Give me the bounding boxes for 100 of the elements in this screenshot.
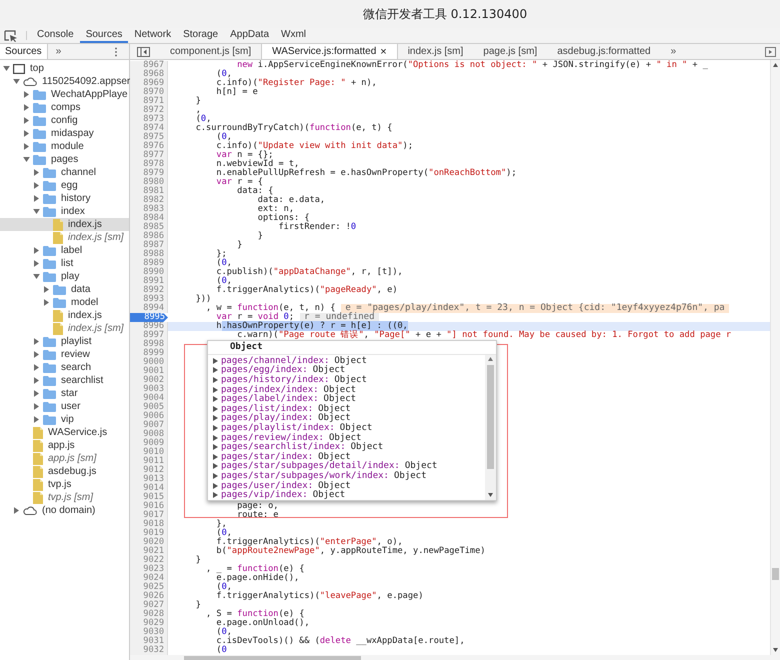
file-item[interactable]: index.js <box>0 309 129 322</box>
folder-item[interactable]: index <box>0 205 129 218</box>
panel-toggle-icon[interactable] <box>765 47 776 57</box>
line-number[interactable]: 9000 <box>130 358 168 367</box>
line-number[interactable]: 9018 <box>130 520 168 529</box>
folder-item[interactable]: search <box>0 361 129 374</box>
file-item[interactable]: tvp.js <box>0 478 129 491</box>
line-number[interactable]: 9027 <box>130 601 168 610</box>
property-row[interactable]: pages/history/index: Object <box>213 375 485 385</box>
expand-arrow-icon[interactable] <box>34 260 39 267</box>
line-number[interactable]: 9020 <box>130 538 168 547</box>
inspect-element-icon[interactable] <box>4 30 18 42</box>
folder-item[interactable]: pages <box>0 153 129 166</box>
collapse-arrow-icon[interactable] <box>23 157 30 162</box>
line-number[interactable]: 8985 <box>130 223 168 232</box>
property-row[interactable]: pages/star/subpages/detail/index: Object <box>213 462 485 472</box>
property-row[interactable]: pages/star/subpages/work/index: Object <box>213 471 485 481</box>
file-tab[interactable]: component.js [sm] <box>160 44 262 59</box>
folder-item[interactable]: config <box>0 114 129 127</box>
more-tabs-button[interactable]: » <box>48 44 70 59</box>
expand-arrow-icon[interactable] <box>34 338 39 345</box>
line-number[interactable]: 9014 <box>130 484 168 493</box>
expand-arrow-icon[interactable] <box>34 195 39 202</box>
up-arrow-icon[interactable] <box>773 63 778 67</box>
file-item[interactable]: index.js <box>0 218 129 231</box>
line-number[interactable]: 8982 <box>130 196 168 205</box>
line-number[interactable]: 8976 <box>130 142 168 151</box>
folder-item[interactable]: star <box>0 387 129 400</box>
line-number[interactable]: 8994 <box>130 304 168 313</box>
expand-arrow-icon[interactable] <box>44 299 49 306</box>
folder-item[interactable]: midaspay <box>0 127 129 140</box>
line-number[interactable]: 8997 <box>130 331 168 340</box>
property-row[interactable]: pages/egg/index: Object <box>213 366 485 376</box>
line-number[interactable]: 9019 <box>130 529 168 538</box>
property-row[interactable]: pages/user/index: Object <box>213 480 485 490</box>
expand-arrow-icon[interactable] <box>44 286 49 293</box>
file-tab[interactable]: asdebug.js:formatted <box>547 44 661 59</box>
line-number[interactable]: 9028 <box>130 610 168 619</box>
line-number[interactable]: 9026 <box>130 592 168 601</box>
panel-tab[interactable]: AppData <box>224 28 276 43</box>
line-number[interactable]: 8978 <box>130 160 168 169</box>
folder-item[interactable]: module <box>0 140 129 153</box>
expand-arrow-icon[interactable] <box>34 364 39 371</box>
expand-arrow-icon[interactable] <box>34 182 39 189</box>
navigator-tab[interactable]: Sources <box>0 44 48 59</box>
line-number[interactable]: 8972 <box>130 106 168 115</box>
collapse-arrow-icon[interactable] <box>13 79 20 84</box>
folder-item[interactable]: comps <box>0 101 129 114</box>
file-item[interactable]: tvp.js [sm] <box>0 491 129 504</box>
line-number[interactable]: 8989 <box>130 259 168 268</box>
panel-tab[interactable]: Network <box>128 28 178 43</box>
line-number[interactable]: 9008 <box>130 430 168 439</box>
down-arrow-icon[interactable] <box>773 648 778 652</box>
line-number[interactable]: 9003 <box>130 385 168 394</box>
expand-arrow-icon[interactable] <box>34 351 39 358</box>
line-number[interactable]: 9025 <box>130 583 168 592</box>
line-number[interactable]: 9029 <box>130 619 168 628</box>
line-number[interactable]: 9017 <box>130 511 168 520</box>
folder-item[interactable]: searchlist <box>0 374 129 387</box>
line-number[interactable]: 9011 <box>130 457 168 466</box>
line-number[interactable]: 8987 <box>130 241 168 250</box>
line-number[interactable]: 9016 <box>130 502 168 511</box>
property-row[interactable]: pages/label/index: Object <box>213 394 485 404</box>
line-number[interactable]: 8969 <box>130 79 168 88</box>
expand-arrow-icon[interactable] <box>14 507 19 514</box>
folder-item[interactable]: WechatAppPlaye <box>0 88 129 101</box>
folder-item[interactable]: user <box>0 400 129 413</box>
line-number[interactable]: 8971 <box>130 97 168 106</box>
expand-arrow-icon[interactable] <box>34 416 39 423</box>
line-number[interactable]: 8995 <box>130 313 168 322</box>
line-number[interactable]: 8998 <box>130 340 168 349</box>
file-tab[interactable]: index.js [sm] <box>398 44 474 59</box>
line-number[interactable]: 8990 <box>130 268 168 277</box>
file-item[interactable]: index.js [sm] <box>0 322 129 335</box>
line-number[interactable]: 8975 <box>130 133 168 142</box>
expand-arrow-icon[interactable] <box>34 247 39 254</box>
property-row[interactable]: pages/play/index: Object <box>213 414 485 424</box>
line-number[interactable]: 8970 <box>130 88 168 97</box>
panel-tab[interactable]: Storage <box>177 28 224 43</box>
expand-arrow-icon[interactable] <box>34 390 39 397</box>
line-number[interactable]: 8996 <box>130 322 168 331</box>
expand-arrow-icon[interactable] <box>24 143 29 150</box>
domain-item[interactable]: (no domain) <box>0 504 129 517</box>
property-row[interactable]: pages/channel/index: Object <box>213 356 485 366</box>
expand-arrow-icon[interactable] <box>24 130 29 137</box>
line-number[interactable]: 9006 <box>130 412 168 421</box>
line-number[interactable]: 8991 <box>130 277 168 286</box>
folder-item[interactable]: list <box>0 257 129 270</box>
line-number[interactable]: 8993 <box>130 295 168 304</box>
vertical-scrollbar[interactable] <box>770 60 780 655</box>
line-number[interactable]: 9007 <box>130 421 168 430</box>
line-number[interactable]: 9005 <box>130 403 168 412</box>
line-number[interactable]: 8974 <box>130 124 168 133</box>
property-row[interactable]: pages/vip/index: Object <box>213 490 485 500</box>
property-row[interactable]: pages/index/index: Object <box>213 384 485 394</box>
property-row[interactable]: pages/list/index: Object <box>213 404 485 414</box>
line-number[interactable]: 8988 <box>130 250 168 259</box>
close-button[interactable]: × <box>380 46 387 58</box>
popup-scrollbar[interactable] <box>485 355 496 500</box>
horizontal-scrollbar[interactable] <box>130 655 780 660</box>
